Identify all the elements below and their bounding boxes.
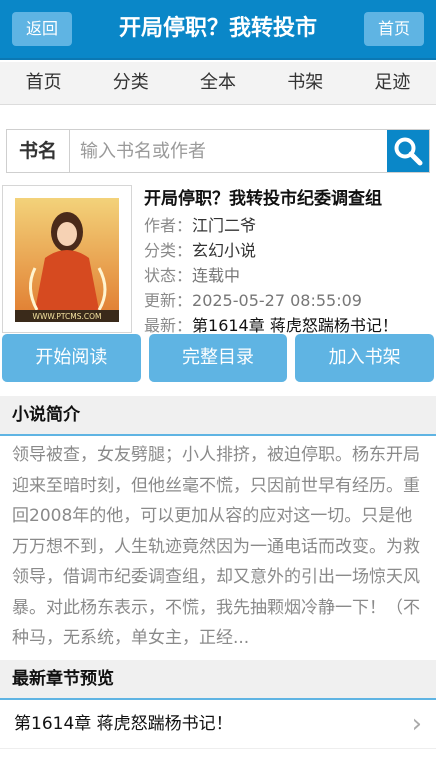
latest-chapter-title: 第1614章 蒋虎怒踹杨书记！ (14, 713, 233, 734)
intro-heading: 小说简介 (0, 396, 436, 436)
author-value[interactable]: 江门二爷 (192, 216, 256, 235)
nav-item-home[interactable]: 首页 (0, 62, 87, 104)
update-row: 更新：2025-05-27 08:55:09 (144, 288, 432, 313)
chevron-right-icon: › (411, 708, 422, 739)
action-buttons: 开始阅读 完整目录 加入书架 (2, 334, 435, 382)
nav-item-complete[interactable]: 全本 (174, 62, 261, 104)
latest-key: 最新： (144, 316, 193, 335)
search-icon (394, 137, 423, 166)
search-button[interactable] (387, 130, 429, 172)
category-value[interactable]: 玄幻小说 (192, 241, 256, 260)
search-label: 书名 (7, 130, 70, 172)
update-key: 更新： (144, 291, 193, 310)
intro-text: 领导被查，女友劈腿；小人排挤，被迫停职。杨东开局迎来至暗时刻，但他丝毫不慌，只因… (12, 445, 420, 648)
latest-chapter-item[interactable]: 第1614章 蒋虎怒踹杨书记！ › (0, 700, 436, 749)
cover-watermark: WWW.PTCMS.COM (33, 312, 102, 321)
nav-item-history[interactable]: 足迹 (349, 62, 436, 104)
top-bar: 返回 开局停职？我转投市 首页 (0, 0, 436, 60)
status-row: 状态：连载中 (144, 263, 432, 288)
nav-item-category[interactable]: 分类 (87, 62, 174, 104)
search-bar: 书名 (6, 129, 430, 173)
update-value: 2025-05-27 08:55:09 (192, 291, 362, 310)
status-key: 状态： (144, 266, 193, 285)
book-info: WWW.PTCMS.COM 开局停职？我转投市纪委调查组 作者：江门二爷 分类：… (2, 185, 436, 335)
book-cover[interactable]: WWW.PTCMS.COM (2, 185, 132, 333)
author-key: 作者： (144, 216, 193, 235)
category-key: 分类： (144, 241, 193, 260)
author-row: 作者：江门二爷 (144, 213, 432, 238)
category-row: 分类：玄幻小说 (144, 238, 432, 263)
book-title[interactable]: 开局停职？我转投市纪委调查组 (144, 185, 432, 213)
latest-row: 最新：第1614章 蒋虎怒踹杨书记！ (144, 313, 432, 338)
add-to-shelf-button[interactable]: 加入书架 (295, 334, 435, 382)
main-nav: 首页 分类 全本 书架 足迹 (0, 62, 436, 105)
search-input[interactable] (70, 130, 387, 172)
cover-image: WWW.PTCMS.COM (15, 198, 119, 322)
nav-item-bookshelf[interactable]: 书架 (262, 62, 349, 104)
book-details: 开局停职？我转投市纪委调查组 作者：江门二爷 分类：玄幻小说 状态：连载中 更新… (144, 185, 432, 338)
latest-chapter-link[interactable]: 第1614章 蒋虎怒踹杨书记！ (192, 316, 398, 335)
start-reading-button[interactable]: 开始阅读 (2, 334, 141, 382)
home-button[interactable]: 首页 (364, 12, 424, 46)
latest-heading: 最新章节预览 (0, 659, 436, 700)
full-toc-button[interactable]: 完整目录 (148, 334, 288, 382)
status-value: 连载中 (192, 266, 241, 285)
